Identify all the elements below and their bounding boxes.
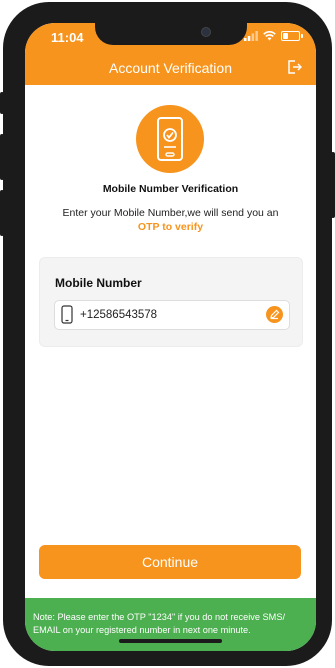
note-bar: Note: Please enter the OTP "1234" if you… — [25, 598, 316, 651]
mobile-number-card: Mobile Number +12586543578 — [39, 257, 303, 347]
continue-button[interactable]: Continue — [39, 545, 301, 579]
screen: 11:04 Account Verification Mobile Number… — [25, 23, 316, 651]
mute-switch — [0, 92, 4, 114]
status-icons — [244, 31, 303, 41]
home-indicator[interactable] — [119, 639, 222, 643]
front-camera — [201, 27, 211, 37]
app-header: Account Verification — [25, 51, 316, 85]
logout-icon[interactable] — [286, 59, 302, 75]
note-text: Note: Please enter the OTP "1234" if you… — [33, 612, 286, 635]
edit-icon[interactable] — [266, 306, 283, 323]
page-title: Mobile Number Verification — [102, 183, 239, 195]
phone-frame: 11:04 Account Verification Mobile Number… — [0, 2, 335, 666]
otp-highlight: OTP to verify — [137, 221, 204, 233]
mobile-number-label: Mobile Number — [55, 276, 142, 290]
status-time: 11:04 — [51, 30, 84, 45]
mobile-number-field[interactable]: +12586543578 — [54, 300, 290, 330]
hero-badge — [136, 105, 204, 173]
status-bar: 11:04 — [25, 23, 316, 51]
wifi-icon — [263, 31, 276, 41]
battery-icon — [281, 31, 303, 41]
page-subtitle: Enter your Mobile Number,we will send yo… — [62, 207, 279, 219]
mobile-number-value[interactable]: +12586543578 — [80, 309, 157, 321]
mobile-icon — [61, 305, 73, 324]
header-title: Account Verification — [109, 60, 232, 76]
signal-icon — [244, 31, 258, 41]
edit-button[interactable] — [266, 306, 283, 323]
power-button — [331, 152, 335, 218]
battery-level — [283, 33, 288, 39]
notch — [95, 23, 247, 45]
volume-up-button — [0, 134, 4, 180]
phone-check-icon — [157, 117, 183, 161]
volume-down-button — [0, 190, 4, 236]
